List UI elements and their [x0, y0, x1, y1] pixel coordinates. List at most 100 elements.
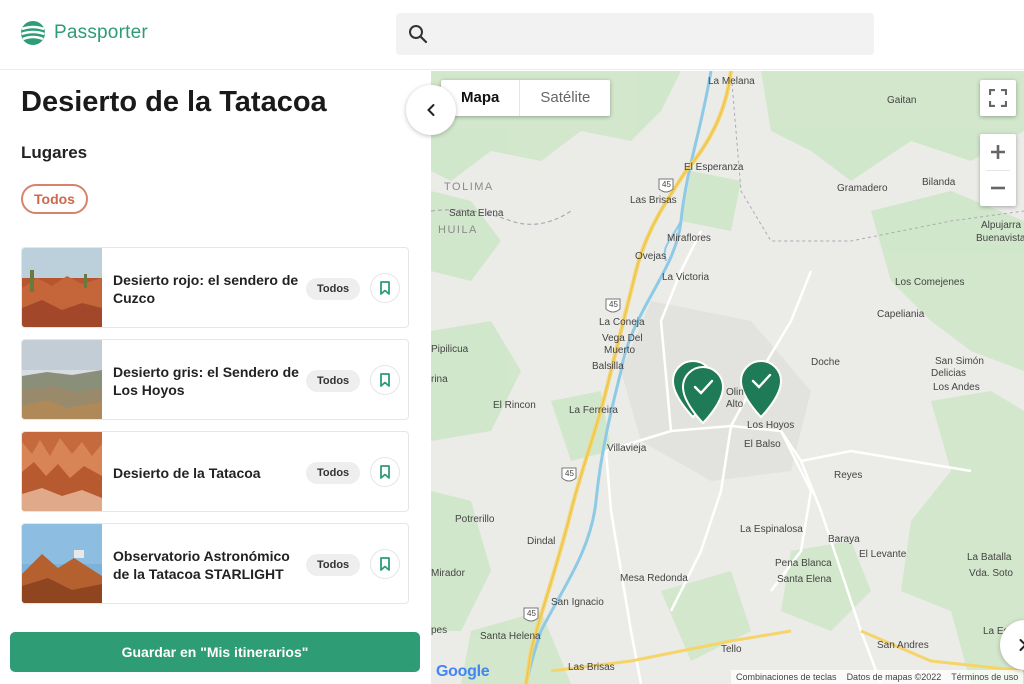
fullscreen-button[interactable]: [980, 80, 1016, 116]
search-bar[interactable]: [396, 13, 874, 55]
place-label: Dindal: [527, 536, 556, 547]
place-label: La Victoria: [662, 272, 710, 283]
place-label: Potrerillo: [455, 514, 495, 525]
place-label: Santa Helena: [480, 631, 541, 642]
road-shield-label: 45: [565, 469, 574, 478]
fullscreen-icon: [989, 89, 1007, 107]
plus-icon: [991, 145, 1005, 159]
place-tag: Todos: [306, 278, 361, 300]
place-label: Delicias: [931, 368, 967, 379]
globe-logo-icon: [21, 21, 45, 45]
place-photo: [22, 340, 102, 419]
place-label: Tello: [721, 644, 742, 655]
place-tag: Todos: [306, 462, 361, 484]
place-label: pes: [431, 625, 448, 636]
road-shield-label: 45: [609, 300, 618, 309]
bookmark-button[interactable]: [370, 273, 400, 303]
place-title: Desierto gris: el Sendero de Los Hoyos: [113, 363, 299, 398]
place-photo: [22, 432, 102, 511]
place-label: Baraya: [828, 534, 860, 545]
place-label: Las Brisas: [568, 662, 615, 673]
place-label: El Balso: [744, 439, 781, 450]
place-tag: Todos: [306, 554, 361, 576]
place-label: Vda. Soto: [969, 568, 1013, 579]
bookmark-icon: [380, 281, 390, 295]
place-label: Balsilla: [592, 361, 624, 372]
place-label: Pena Blanca: [775, 558, 832, 569]
place-label: Olin: [726, 387, 744, 398]
collapse-panel-button[interactable]: [406, 85, 456, 135]
place-card[interactable]: Desierto rojo: el sendero de Cuzco Todos: [21, 247, 409, 328]
place-label: San Simón: [935, 356, 984, 367]
place-label: Bilanda: [922, 177, 956, 188]
place-label: rina: [431, 374, 448, 385]
search-icon: [409, 25, 428, 44]
road-shield-label: 45: [662, 180, 671, 189]
zoom-in-button[interactable]: [980, 134, 1016, 170]
place-label: Pipilicua: [431, 344, 469, 355]
place-label: Gramadero: [837, 183, 888, 194]
road-shield-label: 45: [527, 609, 536, 618]
place-label: Mirador: [431, 568, 465, 579]
bookmark-icon: [380, 557, 390, 571]
place-label: Mesa Redonda: [620, 573, 688, 584]
place-label: Buenavista: [976, 233, 1024, 244]
bookmark-button[interactable]: [370, 549, 400, 579]
place-label: Alto: [726, 399, 744, 410]
place-photo: [22, 248, 102, 327]
place-label: San Andres: [877, 640, 929, 651]
minus-icon: [991, 186, 1005, 190]
bookmark-icon: [380, 465, 390, 479]
place-label: El Esperanza: [684, 162, 744, 173]
place-label: Alpujarra: [981, 220, 1022, 231]
place-label: La Ferreira: [569, 405, 618, 416]
place-label: La Melana: [708, 76, 755, 87]
chevron-left-icon: [427, 104, 435, 116]
place-label: La Batalla: [967, 552, 1012, 563]
place-title: Desierto de la Tatacoa: [113, 464, 261, 481]
place-tag: Todos: [306, 370, 361, 392]
place-title: Desierto rojo: el sendero de Cuzco: [113, 271, 299, 306]
save-to-itineraries-button[interactable]: Guardar en "Mis itinerarios": [10, 632, 420, 672]
zoom-out-button[interactable]: [980, 170, 1016, 206]
bookmark-icon: [380, 373, 390, 387]
place-label: Muerto: [604, 345, 636, 356]
place-label: Gaitan: [887, 95, 917, 106]
map-footer: Combinaciones de teclas Datos de mapas ©…: [731, 670, 1024, 684]
bookmark-button[interactable]: [370, 365, 400, 395]
filter-chip-todos[interactable]: Todos: [21, 184, 88, 214]
section-heading: Lugares: [21, 143, 88, 162]
place-card[interactable]: Observatorio Astronómico de la Tatacoa S…: [21, 523, 409, 604]
tab-satellite[interactable]: Satélite: [520, 80, 610, 116]
place-label: Miraflores: [667, 233, 711, 244]
keyboard-shortcuts-link[interactable]: Combinaciones de teclas: [736, 670, 837, 684]
place-label: Doche: [811, 357, 840, 368]
destination-panel: Desierto de la Tatacoa Lugares Todos Des…: [0, 71, 431, 684]
place-label: Santa Elena: [449, 208, 504, 219]
bookmark-button[interactable]: [370, 457, 400, 487]
top-header: Passporter: [0, 0, 1024, 70]
map-data-credit: Datos de mapas ©2022: [846, 672, 942, 682]
terms-link[interactable]: Términos de uso: [951, 670, 1018, 684]
place-label: Santa Elena: [777, 574, 832, 585]
region-label: TOLIMA: [444, 181, 494, 193]
place-card[interactable]: Desierto de la Tatacoa Todos: [21, 431, 409, 512]
place-card[interactable]: Desierto gris: el Sendero de Los Hoyos T…: [21, 339, 409, 420]
places-list: Desierto rojo: el sendero de Cuzco Todos…: [21, 247, 409, 615]
zoom-divider: [986, 170, 1010, 171]
search-input[interactable]: [440, 13, 860, 55]
google-logo-text: Google: [436, 663, 490, 680]
place-label: Villavieja: [607, 443, 647, 454]
place-label: El Levante: [859, 549, 907, 560]
place-label: Los Comejenes: [895, 277, 965, 288]
map-view[interactable]: 45 45 45 45 TOLIMA HUILA La Melana Gaita…: [431, 71, 1024, 684]
passporter-logo[interactable]: Passporter: [20, 20, 148, 46]
google-logo[interactable]: Google: [436, 663, 490, 681]
place-photo: [22, 524, 102, 603]
place-label: Capeliania: [877, 309, 925, 320]
place-label: Ovejas: [635, 251, 667, 262]
place-title: Observatorio Astronómico de la Tatacoa S…: [113, 547, 290, 582]
place-label: Las Brisas: [630, 195, 677, 206]
place-label: La Coneja: [599, 317, 645, 328]
place-label: Reyes: [834, 470, 863, 481]
